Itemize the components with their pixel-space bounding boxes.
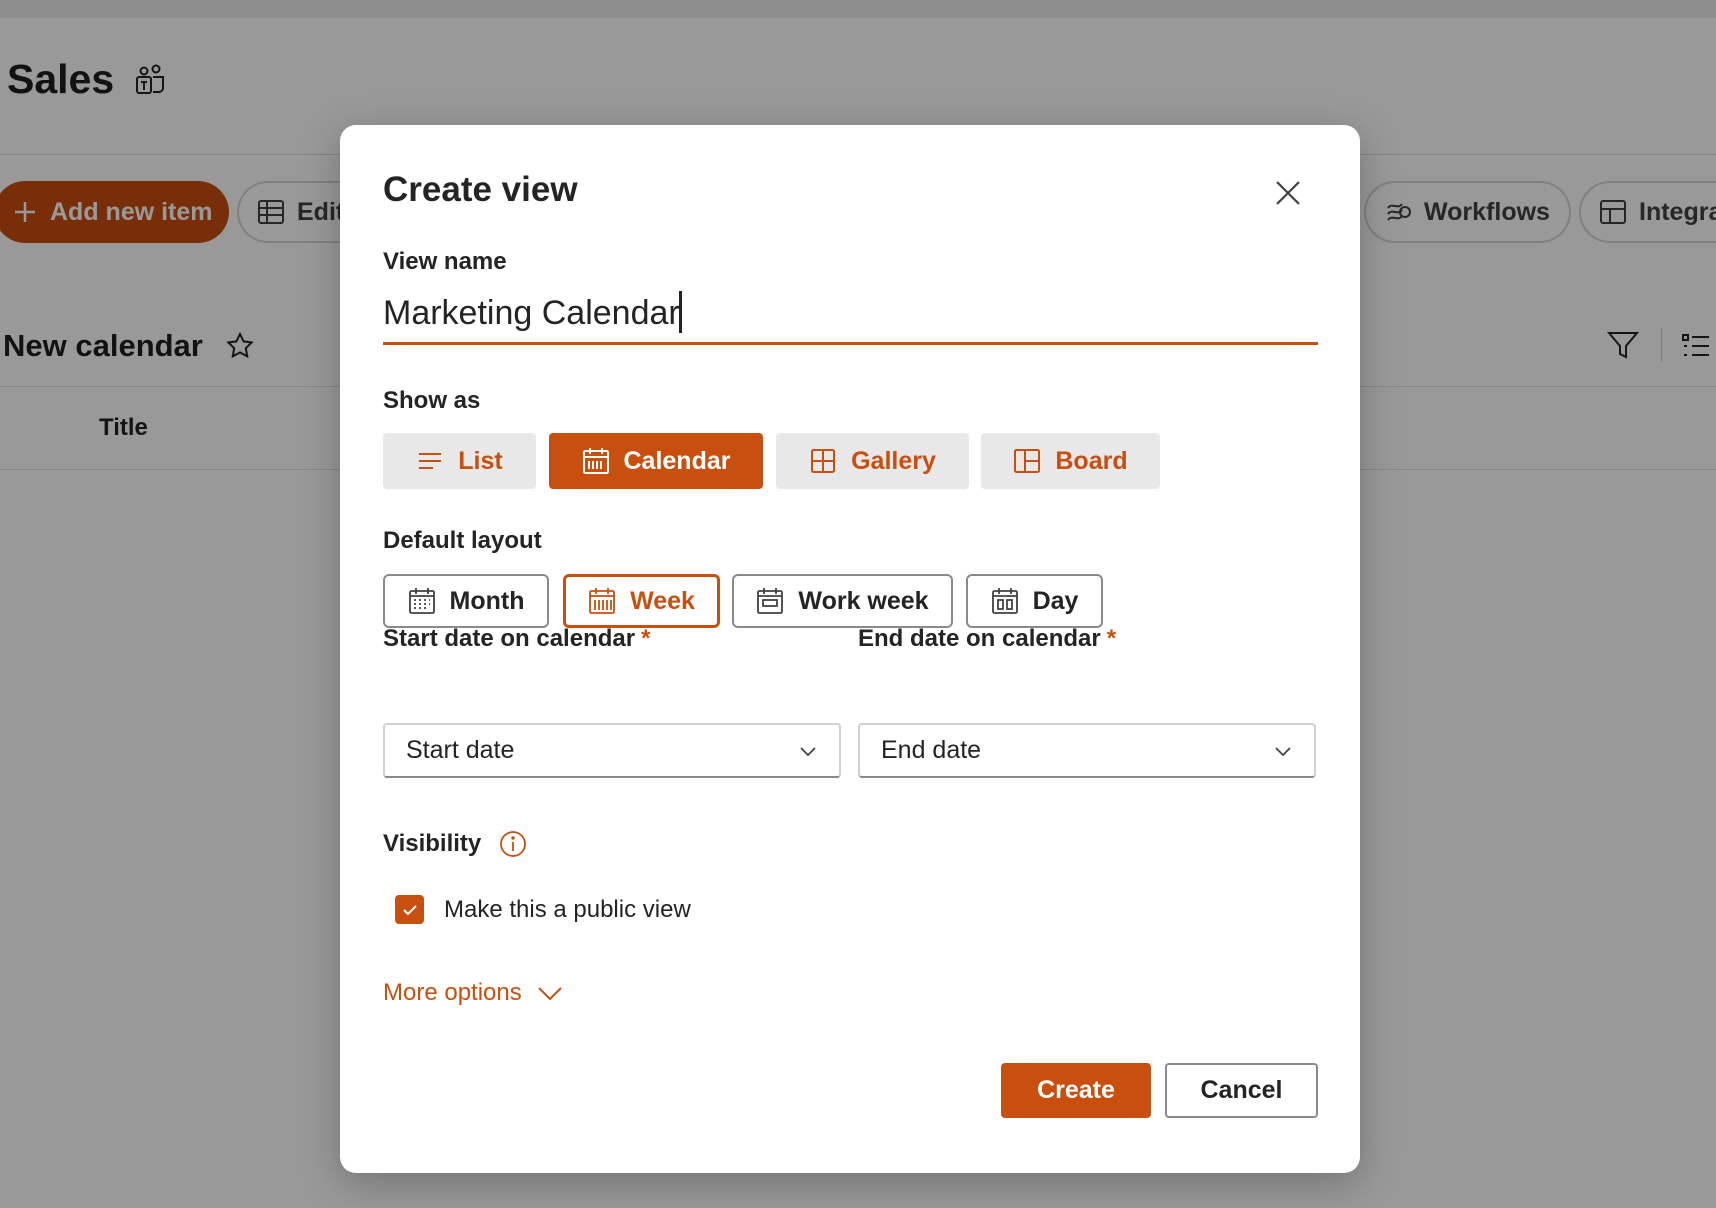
- text-caret: [679, 291, 682, 333]
- show-as-list-option[interactable]: List: [383, 433, 536, 489]
- day-icon: [991, 588, 1018, 614]
- show-as-gallery-option[interactable]: Gallery: [776, 433, 969, 489]
- work-week-option-label: Work week: [798, 586, 929, 615]
- public-view-label: Make this a public view: [444, 895, 691, 923]
- day-option-label: Day: [1032, 586, 1079, 615]
- calendar-option-label: Calendar: [623, 446, 731, 475]
- gallery-option-label: Gallery: [851, 446, 936, 475]
- create-button[interactable]: Create: [1001, 1063, 1151, 1118]
- info-icon[interactable]: [499, 830, 527, 858]
- required-marker: *: [641, 625, 651, 652]
- end-date-value: End date: [881, 736, 982, 764]
- close-icon: [1276, 181, 1300, 205]
- dialog-title: Create view: [383, 170, 578, 209]
- more-options-label: More options: [383, 979, 522, 1006]
- show-as-calendar-option[interactable]: Calendar: [549, 433, 763, 489]
- end-date-label-text: End date on calendar: [858, 625, 1101, 652]
- layout-work-week-option[interactable]: Work week: [732, 574, 953, 628]
- public-view-checkbox-row[interactable]: Make this a public view: [395, 895, 691, 924]
- board-icon: [1014, 449, 1041, 473]
- create-view-dialog: Create view View name Show as List Calen…: [340, 125, 1360, 1173]
- list-icon: [419, 453, 442, 469]
- view-name-label: View name: [383, 248, 507, 275]
- chevron-down-icon: [800, 746, 816, 756]
- close-button[interactable]: [1270, 175, 1306, 211]
- default-layout-label: Default layout: [383, 527, 542, 554]
- required-marker: *: [1106, 625, 1117, 652]
- month-option-label: Month: [449, 586, 525, 615]
- gallery-icon: [811, 449, 836, 473]
- work-week-icon: [757, 588, 784, 614]
- visibility-label: Visibility: [383, 830, 482, 857]
- end-date-dropdown[interactable]: End date: [858, 723, 1316, 778]
- week-icon: [589, 588, 615, 614]
- chevron-down-icon: [1275, 746, 1291, 756]
- show-as-board-option[interactable]: Board: [981, 433, 1160, 489]
- start-date-label-text: Start date on calendar: [383, 625, 636, 652]
- chevron-down-icon: [538, 987, 562, 1001]
- calendar-icon: [582, 448, 609, 474]
- week-option-label: Week: [630, 586, 695, 615]
- more-options-toggle[interactable]: More options: [383, 979, 564, 1007]
- board-option-label: Board: [1055, 446, 1128, 475]
- start-date-dropdown[interactable]: Start date: [383, 723, 841, 778]
- visibility-row: Visibility: [383, 830, 527, 858]
- view-name-input[interactable]: [383, 285, 1318, 345]
- cancel-button[interactable]: Cancel: [1165, 1063, 1318, 1118]
- month-icon: [408, 588, 435, 614]
- show-as-label: Show as: [383, 387, 481, 414]
- layout-day-option[interactable]: Day: [966, 574, 1103, 628]
- start-date-value: Start date: [406, 736, 515, 764]
- start-date-label: Start date on calendar *: [383, 625, 650, 653]
- layout-month-option[interactable]: Month: [383, 574, 549, 628]
- checkmark-icon: [402, 904, 417, 915]
- end-date-label: End date on calendar *: [858, 625, 1116, 653]
- public-view-checkbox[interactable]: [395, 895, 424, 924]
- layout-week-option[interactable]: Week: [563, 574, 720, 628]
- list-option-label: List: [458, 446, 503, 475]
